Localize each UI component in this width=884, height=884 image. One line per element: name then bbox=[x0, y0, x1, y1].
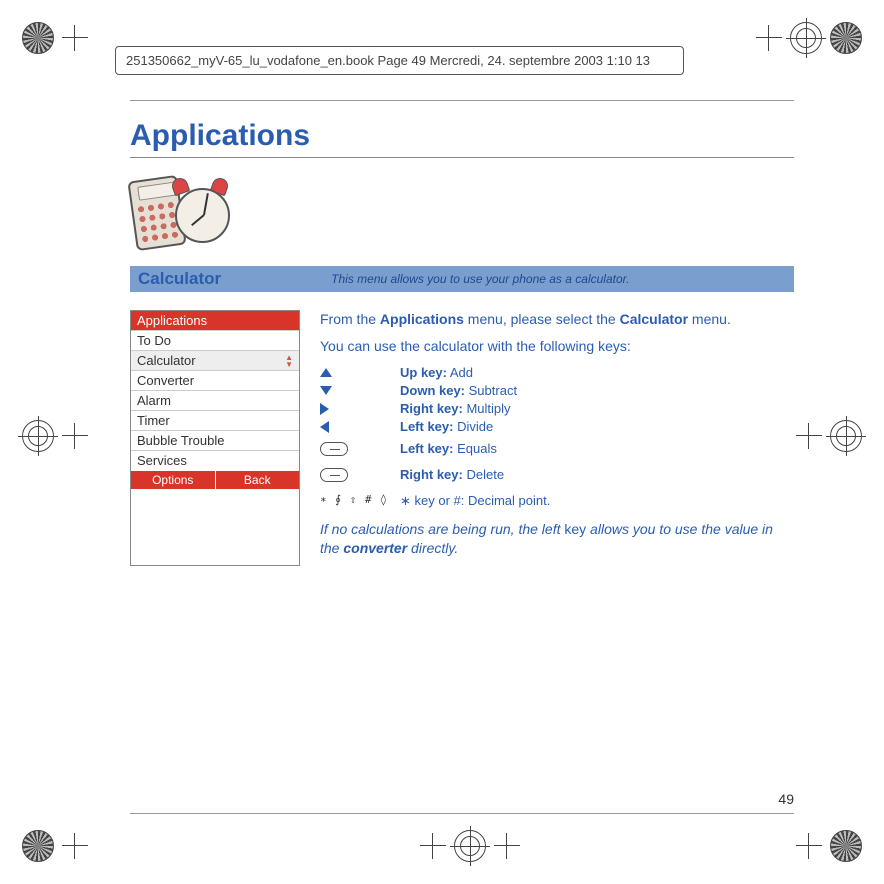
star-hash-icon: ∗ ∮ ⇧ # ◊ bbox=[320, 493, 400, 508]
section-title: Calculator bbox=[138, 269, 221, 289]
key-label: Right key: Multiply bbox=[400, 400, 511, 418]
intro-paragraph-1: From the Applications menu, please selec… bbox=[320, 310, 794, 329]
crop-mark-br bbox=[796, 830, 862, 862]
intro-paragraph-2: You can use the calculator with the foll… bbox=[320, 337, 794, 356]
page: 251350662_myV-65_lu_vodafone_en.book Pag… bbox=[0, 0, 884, 884]
registration-target-icon bbox=[454, 830, 486, 862]
text-bold: converter bbox=[343, 540, 407, 556]
arrow-down-icon bbox=[320, 386, 400, 395]
key-label: Left key: Divide bbox=[400, 418, 493, 436]
text: From the bbox=[320, 311, 380, 327]
crop-mark-ml bbox=[22, 420, 88, 452]
key-table: Up key: Add Down key: Subtract Right key… bbox=[320, 364, 794, 510]
key-row-down: Down key: Subtract bbox=[320, 382, 794, 400]
crop-mark-mb bbox=[420, 830, 520, 862]
body-text: From the Applications menu, please selec… bbox=[320, 310, 794, 566]
registration-target-icon bbox=[830, 420, 862, 452]
section-description: This menu allows you to use your phone a… bbox=[331, 272, 629, 286]
text-bold: Applications bbox=[380, 311, 464, 327]
text: Equals bbox=[457, 441, 497, 456]
phone-menu-item: Converter bbox=[131, 370, 299, 390]
text: Divide bbox=[457, 419, 493, 434]
text-bold: Up key: bbox=[400, 365, 447, 380]
key-label: Up key: Add bbox=[400, 364, 473, 382]
crop-mark-bl bbox=[22, 830, 88, 862]
softkey-left-icon bbox=[320, 442, 400, 456]
text: : Decimal point. bbox=[461, 493, 551, 508]
text-bold: Right key: bbox=[400, 401, 463, 416]
book-header: 251350662_myV-65_lu_vodafone_en.book Pag… bbox=[115, 46, 684, 75]
text-bold: Down key: bbox=[400, 383, 465, 398]
key-row-left: Left key: Divide bbox=[320, 418, 794, 436]
scroll-indicator-icon: ▲▼ bbox=[285, 354, 293, 368]
crop-corner-icon bbox=[756, 25, 782, 51]
page-title: Applications bbox=[130, 119, 794, 153]
key-row-up: Up key: Add bbox=[320, 364, 794, 382]
content-area: Applications Calculator This menu allows… bbox=[130, 100, 794, 814]
title-rule bbox=[130, 157, 794, 158]
registration-target-icon bbox=[790, 22, 822, 54]
text-bold: Calculator bbox=[620, 311, 688, 327]
text: key bbox=[564, 521, 586, 537]
key-label: ∗ key or #: Decimal point. bbox=[400, 492, 550, 510]
text: ∗ key or # bbox=[400, 493, 461, 508]
section-bar: Calculator This menu allows you to use y… bbox=[130, 266, 794, 292]
text: directly. bbox=[407, 540, 458, 556]
text-bold: Left key: bbox=[400, 419, 453, 434]
note: If no calculations are being run, the le… bbox=[320, 520, 794, 558]
phone-menu-item-label: Calculator bbox=[137, 353, 196, 368]
crop-corner-icon bbox=[796, 423, 822, 449]
crop-mark-mr bbox=[796, 420, 862, 452]
phone-menu-header: Applications bbox=[131, 311, 299, 330]
phone-menu-item: Bubble Trouble bbox=[131, 430, 299, 450]
crop-corner-icon bbox=[420, 833, 446, 859]
arrow-up-icon bbox=[320, 368, 400, 377]
key-label: Down key: Subtract bbox=[400, 382, 517, 400]
crop-corner-icon bbox=[62, 25, 88, 51]
registration-wheel-icon bbox=[830, 830, 862, 862]
key-label: Left key: Equals bbox=[400, 440, 497, 458]
crop-corner-icon bbox=[62, 833, 88, 859]
crop-mark-tr bbox=[756, 22, 862, 54]
phone-menu-item: Alarm bbox=[131, 390, 299, 410]
softkey-back: Back bbox=[215, 470, 300, 489]
crop-corner-icon bbox=[494, 833, 520, 859]
key-row-symbol: ∗ ∮ ⇧ # ◊ ∗ key or #: Decimal point. bbox=[320, 492, 794, 510]
phone-menu-mock: Applications To Do Calculator ▲▼ Convert… bbox=[130, 310, 300, 566]
crop-mark-tl bbox=[22, 22, 88, 54]
key-row-softkey-left: Left key: Equals bbox=[320, 440, 794, 458]
key-row-softkey-right: Right key: Delete bbox=[320, 466, 794, 484]
text-bold: Right key: bbox=[400, 467, 463, 482]
page-number: 49 bbox=[778, 791, 794, 807]
registration-wheel-icon bbox=[22, 22, 54, 54]
softkey-right-icon bbox=[320, 468, 400, 482]
text: Add bbox=[450, 365, 473, 380]
text: Delete bbox=[466, 467, 504, 482]
registration-wheel-icon bbox=[22, 830, 54, 862]
arrow-left-icon bbox=[320, 421, 400, 433]
arrow-right-icon bbox=[320, 403, 400, 415]
key-label: Right key: Delete bbox=[400, 466, 504, 484]
text: menu. bbox=[688, 311, 731, 327]
crop-corner-icon bbox=[62, 423, 88, 449]
phone-menu-item: To Do bbox=[131, 330, 299, 350]
text: If no calculations are being run, the le… bbox=[320, 521, 564, 537]
calculator-keys-icon bbox=[135, 199, 180, 244]
text: Multiply bbox=[466, 401, 510, 416]
calculator-clock-illustration bbox=[130, 170, 240, 260]
softkey-options: Options bbox=[131, 470, 215, 489]
phone-menu-item: Timer bbox=[131, 410, 299, 430]
text-bold: Left key: bbox=[400, 441, 453, 456]
key-row-right: Right key: Multiply bbox=[320, 400, 794, 418]
text: menu, please select the bbox=[464, 311, 620, 327]
crop-corner-icon bbox=[796, 833, 822, 859]
registration-target-icon bbox=[22, 420, 54, 452]
phone-menu-item: Services bbox=[131, 450, 299, 470]
phone-menu-footer: Options Back bbox=[131, 470, 299, 489]
registration-wheel-icon bbox=[830, 22, 862, 54]
text: Subtract bbox=[469, 383, 517, 398]
phone-menu-item-selected: Calculator ▲▼ bbox=[131, 350, 299, 370]
columns: Applications To Do Calculator ▲▼ Convert… bbox=[130, 310, 794, 566]
